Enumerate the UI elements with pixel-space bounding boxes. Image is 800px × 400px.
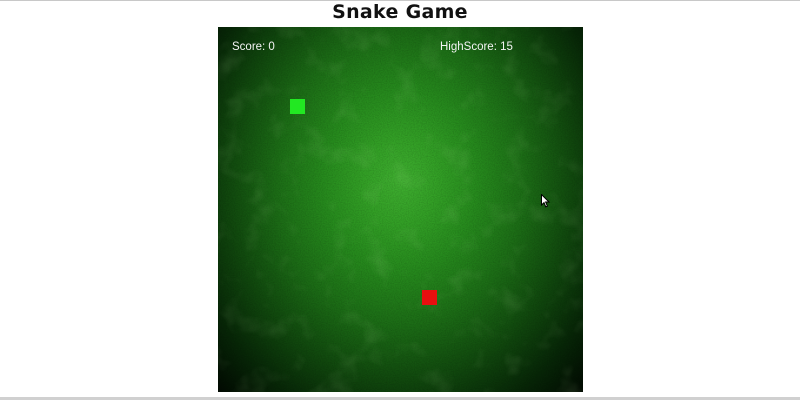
page-title: Snake Game <box>332 1 468 23</box>
mouse-pointer-icon <box>541 194 551 208</box>
highscore-label: HighScore: 15 <box>440 41 513 53</box>
snake-head <box>290 99 305 114</box>
game-board[interactable]: Score: 0 HighScore: 15 <box>218 27 583 392</box>
score-label: Score: 0 <box>232 41 275 53</box>
food-item <box>422 290 437 305</box>
board-texture <box>218 27 583 392</box>
